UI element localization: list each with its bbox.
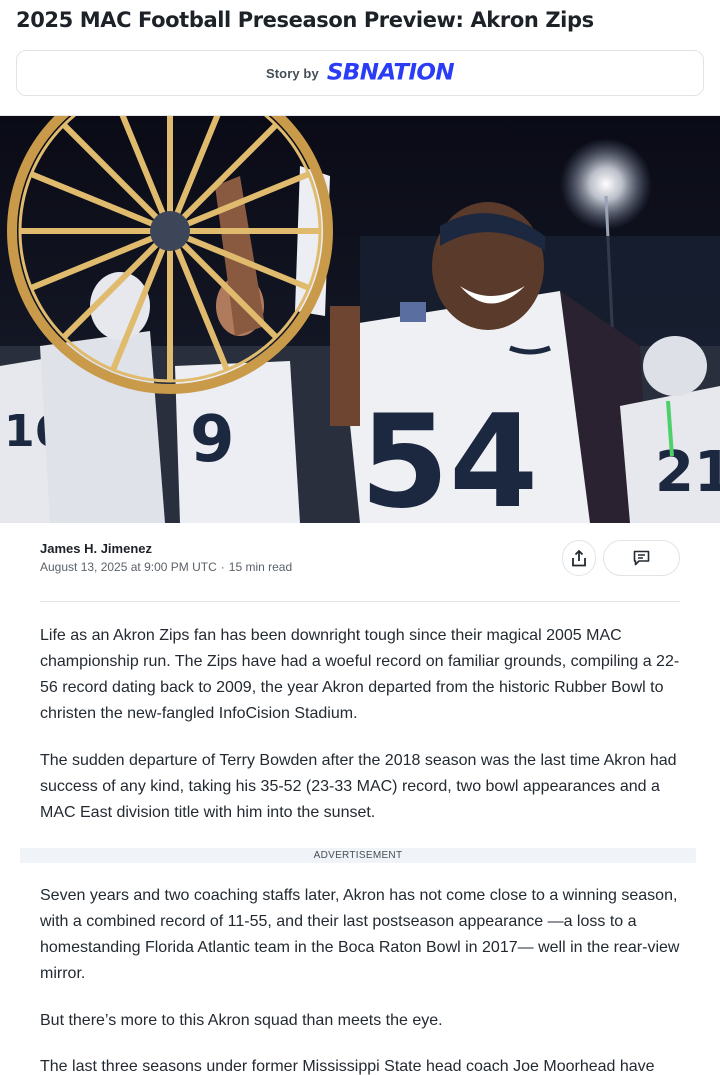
byline-divider (40, 601, 680, 602)
body-paragraph: Life as an Akron Zips fan has been downr… (40, 627, 680, 722)
publish-date: August 13, 2025 at 9:00 PM UTC (40, 560, 217, 574)
meta-separator: · (220, 560, 225, 574)
story-by-label: Story by (265, 65, 319, 81)
comments-button[interactable] (603, 540, 680, 576)
read-time: 15 min read (228, 560, 293, 574)
comment-icon (633, 550, 650, 566)
article-meta: August 13, 2025 at 9:00 PM UTC · 15 min re… (40, 560, 292, 574)
share-icon (572, 549, 586, 566)
svg-text:21: 21 (655, 440, 720, 505)
story-by-banner[interactable]: Story by SBNATION (16, 50, 704, 96)
publisher-logo[interactable]: SBNATION (327, 62, 455, 85)
body-paragraph: Seven years and two coaching staffs late… (40, 887, 680, 982)
share-button[interactable] (562, 540, 596, 576)
author-name[interactable]: James H. Jimenez (40, 541, 292, 556)
article-byline: James H. Jimenez August 13, 2025 at 9:00… (40, 541, 292, 574)
svg-text:54: 54 (360, 388, 538, 523)
advertisement-label: ADVERTISEMENT (20, 848, 696, 863)
body-paragraph: The last three seasons under former Miss… (40, 1058, 655, 1075)
body-paragraph: But there’s more to this Akron squad tha… (40, 1012, 443, 1029)
body-paragraph: The sudden departure of Terry Bowden aft… (40, 752, 677, 821)
article-headline: 2025 MAC Football Preseason Preview: Akr… (16, 8, 594, 32)
hero-image: 16 9 54 21 (0, 116, 720, 523)
svg-text:9: 9 (190, 403, 235, 477)
